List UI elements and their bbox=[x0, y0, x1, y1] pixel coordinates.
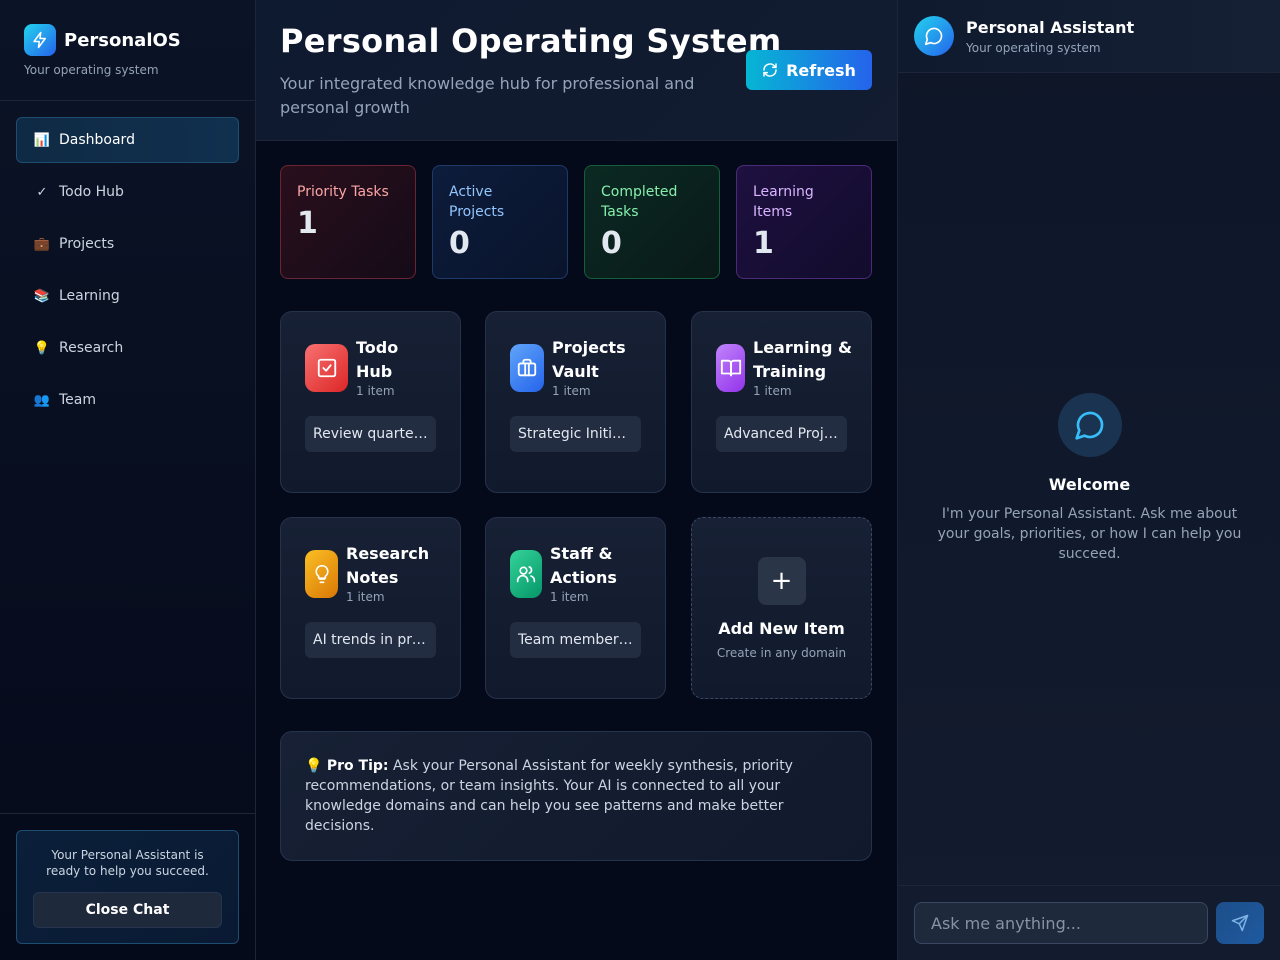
sidebar-item-projects[interactable]: 💼 Projects bbox=[16, 221, 239, 267]
card-preview-item[interactable]: Strategic Initiative bbox=[510, 416, 641, 452]
briefcase-icon: 💼 bbox=[33, 236, 51, 252]
books-icon: 📚 bbox=[33, 288, 51, 304]
card-title: Todo Hub bbox=[356, 338, 399, 381]
sidebar-item-learning[interactable]: 📚 Learning bbox=[16, 273, 239, 319]
sidebar-nav: 📊 Dashboard ✓ Todo Hub 💼 Projects 📚 Lear… bbox=[0, 101, 255, 423]
sidebar-item-todo-hub[interactable]: ✓ Todo Hub bbox=[16, 169, 239, 215]
card-preview-item[interactable]: AI trends in productivity bbox=[305, 622, 436, 658]
plus-icon: + bbox=[757, 556, 806, 605]
sidebar-item-label: Learning bbox=[59, 288, 120, 304]
chart-icon: 📊 bbox=[33, 132, 51, 148]
stat-value: 1 bbox=[297, 206, 318, 241]
assistant-status-card: Your Personal Assistant is ready to help… bbox=[16, 830, 239, 944]
pro-tip-label: Pro Tip: bbox=[326, 758, 389, 774]
check-icon: ✓ bbox=[36, 184, 48, 200]
stat-label: Priority Tasks bbox=[297, 184, 389, 200]
chat-bubble-icon bbox=[914, 16, 954, 56]
users-icon bbox=[510, 550, 542, 598]
chat-bubble-icon bbox=[1057, 393, 1122, 457]
add-new-item-title: Add New Item bbox=[718, 618, 845, 638]
app-subtitle: Your operating system bbox=[24, 63, 159, 77]
stat-value: 0 bbox=[449, 226, 470, 261]
card-count: 1 item bbox=[550, 590, 589, 604]
card-research-notes[interactable]: Research Notes 1 item AI trends in produ… bbox=[280, 517, 461, 699]
card-staff-actions[interactable]: Staff & Actions 1 item Team member check… bbox=[485, 517, 666, 699]
stat-active-projects[interactable]: Active Projects 0 bbox=[432, 165, 568, 279]
check-square-icon bbox=[305, 344, 348, 392]
page-header: Personal Operating System Your integrate… bbox=[256, 0, 897, 141]
sidebar-item-label: Todo Hub bbox=[59, 184, 124, 200]
lightning-icon bbox=[24, 24, 56, 56]
main-content: Personal Operating System Your integrate… bbox=[256, 0, 897, 960]
send-button[interactable] bbox=[1216, 902, 1264, 944]
add-new-item-card[interactable]: + Add New Item Create in any domain bbox=[691, 517, 872, 699]
card-count: 1 item bbox=[356, 384, 395, 398]
refresh-icon bbox=[763, 63, 777, 77]
sidebar-item-label: Projects bbox=[59, 236, 115, 252]
stat-label: Completed Tasks bbox=[601, 184, 678, 220]
refresh-label: Refresh bbox=[786, 60, 856, 80]
briefcase-icon bbox=[510, 344, 544, 392]
assistant-status-text: Your Personal Assistant is ready to help… bbox=[46, 848, 209, 878]
card-title: Research Notes bbox=[346, 544, 430, 587]
card-count: 1 item bbox=[346, 590, 385, 604]
card-preview-item[interactable]: Advanced Project Management bbox=[716, 416, 847, 452]
sidebar-footer: Your Personal Assistant is ready to help… bbox=[0, 813, 255, 960]
users-icon: 👥 bbox=[33, 392, 51, 408]
sidebar-item-label: Dashboard bbox=[59, 132, 135, 148]
brand: PersonalOS Your operating system bbox=[0, 0, 255, 101]
close-chat-button[interactable]: Close Chat bbox=[33, 892, 222, 928]
assistant-panel: Personal Assistant Your operating system… bbox=[897, 0, 1280, 960]
welcome-message: Welcome I'm your Personal Assistant. Ask… bbox=[898, 393, 1280, 564]
card-todo-hub[interactable]: Todo Hub 1 item Review quarterly goals bbox=[280, 311, 461, 493]
refresh-button[interactable]: Refresh bbox=[746, 50, 872, 90]
lightbulb-icon: 💡 bbox=[305, 758, 323, 774]
stat-priority-tasks[interactable]: Priority Tasks 1 bbox=[280, 165, 416, 279]
assistant-title: Personal Assistant bbox=[966, 17, 1135, 37]
send-icon bbox=[1231, 914, 1249, 932]
sidebar-item-research[interactable]: 💡 Research bbox=[16, 325, 239, 371]
welcome-text: I'm your Personal Assistant. Ask me abou… bbox=[937, 506, 1242, 562]
stat-value: 1 bbox=[753, 226, 774, 261]
sidebar: PersonalOS Your operating system 📊 Dashb… bbox=[0, 0, 256, 960]
card-projects-vault[interactable]: Projects Vault 1 item Strategic Initiati… bbox=[485, 311, 666, 493]
stat-label: Learning Items bbox=[753, 184, 814, 220]
chat-input[interactable] bbox=[914, 902, 1208, 944]
add-new-item-subtitle: Create in any domain bbox=[716, 645, 847, 660]
sidebar-item-dashboard[interactable]: 📊 Dashboard bbox=[16, 117, 239, 163]
card-title: Learning & Training bbox=[753, 338, 852, 381]
card-title: Staff & Actions bbox=[550, 544, 617, 587]
stat-value: 0 bbox=[601, 226, 622, 261]
lightbulb-icon: 💡 bbox=[33, 340, 51, 356]
stats-row: Priority Tasks 1 Active Projects 0 Compl… bbox=[280, 165, 872, 279]
stat-completed-tasks[interactable]: Completed Tasks 0 bbox=[584, 165, 720, 279]
chat-composer bbox=[898, 885, 1280, 960]
stat-learning-items[interactable]: Learning Items 1 bbox=[736, 165, 872, 279]
sidebar-item-label: Research bbox=[59, 340, 124, 356]
sidebar-item-team[interactable]: 👥 Team bbox=[16, 377, 239, 423]
card-count: 1 item bbox=[753, 384, 792, 398]
lightbulb-icon bbox=[305, 550, 338, 598]
page-subtitle: Your integrated knowledge hub for profes… bbox=[280, 74, 695, 117]
app-name: PersonalOS bbox=[64, 29, 181, 51]
card-learning-training[interactable]: Learning & Training 1 item Advanced Proj… bbox=[691, 311, 872, 493]
sidebar-item-label: Team bbox=[59, 392, 97, 408]
stat-label: Active Projects bbox=[449, 184, 505, 220]
welcome-title: Welcome bbox=[1048, 475, 1131, 494]
card-title: Projects Vault bbox=[552, 338, 626, 381]
assistant-header: Personal Assistant Your operating system bbox=[898, 0, 1280, 73]
assistant-subtitle: Your operating system bbox=[966, 40, 1101, 55]
card-preview-item[interactable]: Review quarterly goals bbox=[305, 416, 436, 452]
pro-tip: 💡 Pro Tip: Ask your Personal Assistant f… bbox=[280, 731, 872, 861]
card-preview-item[interactable]: Team member check-in bbox=[510, 622, 641, 658]
book-open-icon bbox=[716, 344, 745, 392]
card-count: 1 item bbox=[552, 384, 591, 398]
